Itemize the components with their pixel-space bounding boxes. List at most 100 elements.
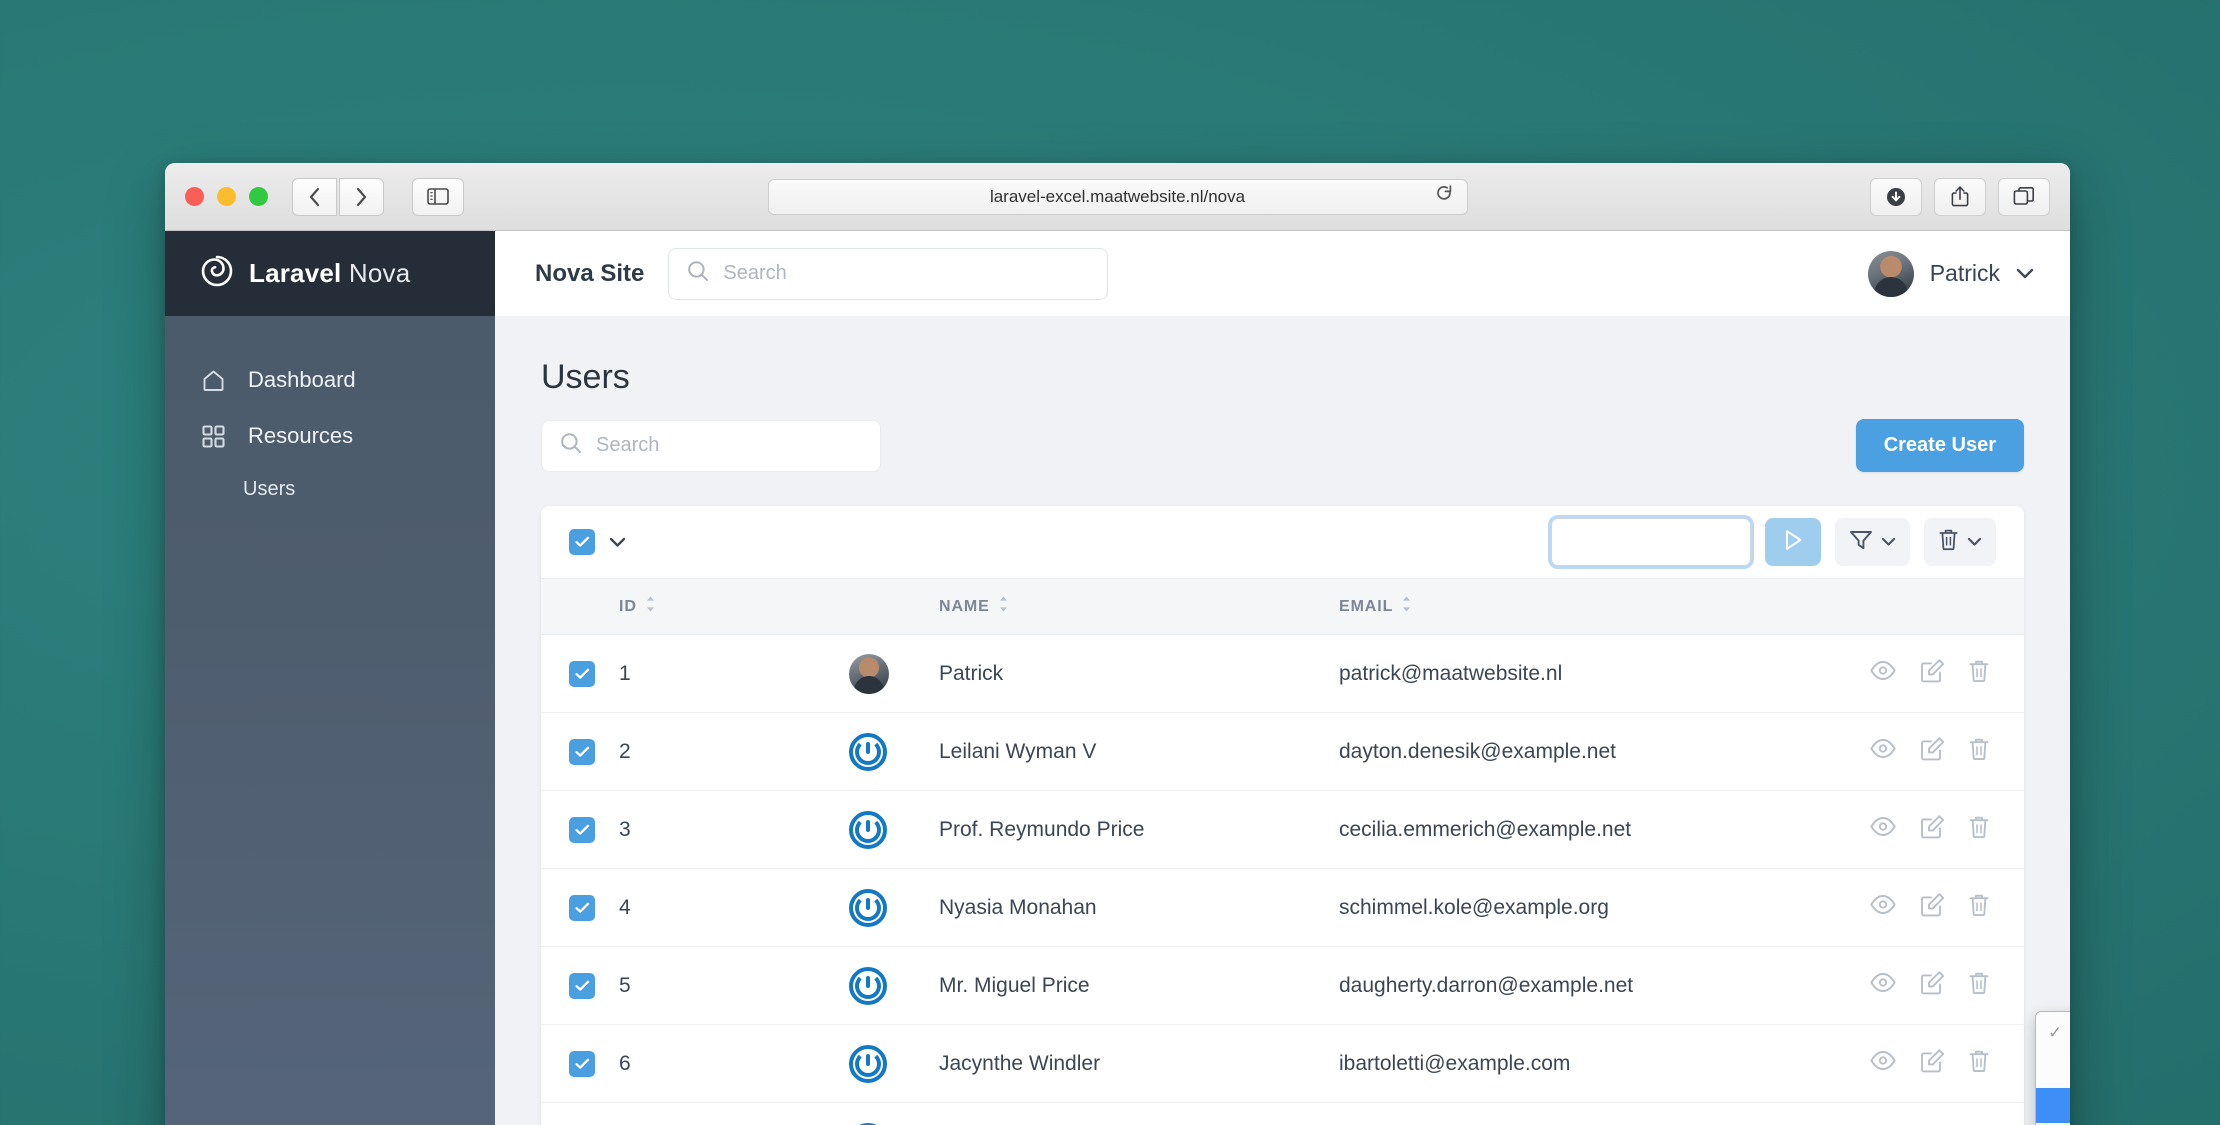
sidebar-item-users-label: Users — [243, 478, 296, 500]
back-button[interactable] — [292, 177, 337, 216]
create-user-button[interactable]: Create User — [1855, 419, 2024, 472]
table-header-id[interactable]: ID — [619, 578, 849, 635]
user-menu[interactable]: Patrick — [1867, 250, 2034, 297]
table-row[interactable]: 6 Jacynthe Windler ibartoletti@example.com — [541, 1024, 2024, 1103]
eye-icon[interactable] — [1870, 661, 1896, 686]
table-row[interactable]: 2 Leilani Wyman Vdayton.denesik@example.n… — [541, 712, 2024, 791]
minimize-window-button[interactable] — [217, 187, 236, 206]
row-avatar-cell — [849, 634, 939, 713]
close-window-button[interactable] — [185, 187, 204, 206]
sort-arrows-icon[interactable] — [1401, 595, 1412, 618]
row-actions-cell — [1794, 634, 2024, 713]
reload-icon[interactable] — [1436, 184, 1453, 209]
home-icon — [200, 367, 226, 393]
trash-icon[interactable] — [1968, 893, 1990, 923]
browser-toolbar-right — [1870, 177, 2050, 216]
trash-icon[interactable] — [1968, 659, 1990, 689]
share-icon[interactable] — [1934, 177, 1986, 216]
row-avatar-cell — [849, 1102, 939, 1125]
sort-arrows-icon[interactable] — [645, 595, 656, 618]
select-action-dropdown[interactable] — [1551, 518, 1751, 566]
trash-icon[interactable] — [1968, 815, 1990, 845]
chevron-down-icon — [1881, 537, 1896, 547]
tab-overview-icon[interactable] — [1998, 177, 2050, 216]
users-table: ID NAME EMAIL 1 Patrick patrick@maatwebs… — [541, 578, 2024, 1125]
table-row[interactable]: 1 Patrick patrick@maatwebsite.nl — [541, 634, 2024, 713]
edit-icon[interactable] — [1920, 970, 1945, 1001]
row-name: Patrick — [939, 634, 1339, 713]
eye-icon[interactable] — [1870, 1051, 1896, 1076]
edit-icon[interactable] — [1920, 814, 1945, 845]
global-search-input[interactable]: Search — [668, 247, 1109, 300]
row-email: schimmel.kole@example.org — [1339, 868, 1794, 947]
table-header-name[interactable]: NAME — [939, 578, 1339, 635]
run-action-button[interactable] — [1765, 518, 1821, 566]
table-toolbar — [541, 506, 2024, 578]
row-checkbox[interactable] — [569, 894, 595, 921]
select-all-dropdown-icon[interactable] — [609, 537, 626, 548]
brand-name-nova: Nova — [348, 258, 411, 288]
row-checkbox[interactable] — [569, 972, 595, 999]
site-name: Nova Site — [535, 259, 645, 287]
table-header-email-label: EMAIL — [1339, 597, 1394, 615]
check-icon: ✓ — [2048, 1023, 2063, 1043]
row-email: ibartoletti@example.com — [1339, 1024, 1794, 1103]
row-checkbox-cell — [541, 712, 619, 791]
table-row[interactable]: 3 Prof. Reymundo Price cecilia.emmerich@ex… — [541, 790, 2024, 869]
row-email: daugherty.darron@example.net — [1339, 946, 1794, 1025]
row-checkbox[interactable] — [569, 660, 595, 687]
row-actions-cell — [1794, 790, 2024, 869]
edit-icon[interactable] — [1920, 736, 1945, 767]
table-row[interactable]: 7 Muriel Mayerrau.christina@example.com — [541, 1102, 2024, 1125]
row-checkbox-cell — [541, 868, 619, 947]
edit-icon[interactable] — [1920, 892, 1945, 923]
trash-icon[interactable] — [1968, 737, 1990, 767]
sort-arrows-icon[interactable] — [998, 595, 1009, 618]
row-checkbox[interactable] — [569, 1050, 595, 1077]
gravatar-icon — [849, 1044, 887, 1083]
select-all-checkbox[interactable] — [569, 529, 595, 555]
row-avatar-cell — [849, 946, 939, 1025]
row-checkbox[interactable] — [569, 738, 595, 765]
sidebar-item-resources[interactable]: Resources — [165, 408, 495, 464]
row-actions-cell — [1794, 1102, 2024, 1125]
filter-button[interactable] — [1835, 518, 1910, 566]
dropdown-item[interactable]: Download Excel — [2036, 1088, 2070, 1123]
users-table-card: ID NAME EMAIL 1 Patrick patrick@maatwebs… — [541, 506, 2070, 1125]
eye-icon[interactable] — [1870, 817, 1896, 842]
dropdown-item[interactable]: User — [2036, 1051, 2070, 1086]
edit-icon[interactable] — [1920, 1048, 1945, 1079]
action-dropdown-menu[interactable]: ✓Select ActionUserDownload Excel — [2035, 1011, 2070, 1125]
trash-icon[interactable] — [1968, 1049, 1990, 1079]
table-header-checkbox — [541, 578, 619, 635]
table-row[interactable]: 4 Nyasia Monahan schimmel.kole@example.org — [541, 868, 2024, 947]
row-id: 7 — [619, 1102, 849, 1125]
avatar — [849, 653, 889, 694]
row-name: Muriel Mayer — [939, 1102, 1339, 1125]
row-checkbox[interactable] — [569, 816, 595, 843]
search-icon — [687, 260, 709, 288]
sidebar-toggle-icon[interactable] — [412, 177, 464, 216]
forward-button[interactable] — [339, 177, 384, 216]
table-header-actions — [1794, 578, 2024, 635]
brand-logo[interactable]: Laravel Nova — [165, 231, 495, 316]
downloads-icon[interactable] — [1870, 177, 1922, 216]
resource-search-input[interactable]: Search — [541, 419, 881, 472]
trash-icon[interactable] — [1968, 971, 1990, 1001]
table-header-email[interactable]: EMAIL — [1339, 578, 1794, 635]
chevron-down-icon — [1967, 537, 1982, 547]
row-checkbox-cell — [541, 1102, 619, 1125]
row-avatar-cell — [849, 790, 939, 869]
address-bar[interactable]: laravel-excel.maatwebsite.nl/nova — [767, 178, 1468, 215]
table-row[interactable]: 5 Mr. Miguel Price daugherty.darron@exampl… — [541, 946, 2024, 1025]
eye-icon[interactable] — [1870, 895, 1896, 920]
sidebar-item-users[interactable]: Users — [165, 464, 495, 515]
eye-icon[interactable] — [1870, 739, 1896, 764]
delete-menu-button[interactable] — [1924, 518, 1996, 566]
table-toolbar-actions — [1551, 518, 1996, 566]
sidebar-item-dashboard[interactable]: Dashboard — [165, 352, 495, 408]
eye-icon[interactable] — [1870, 973, 1896, 998]
dropdown-item[interactable]: ✓Select Action — [2036, 1016, 2070, 1051]
edit-icon[interactable] — [1920, 658, 1945, 689]
maximize-window-button[interactable] — [249, 187, 268, 206]
